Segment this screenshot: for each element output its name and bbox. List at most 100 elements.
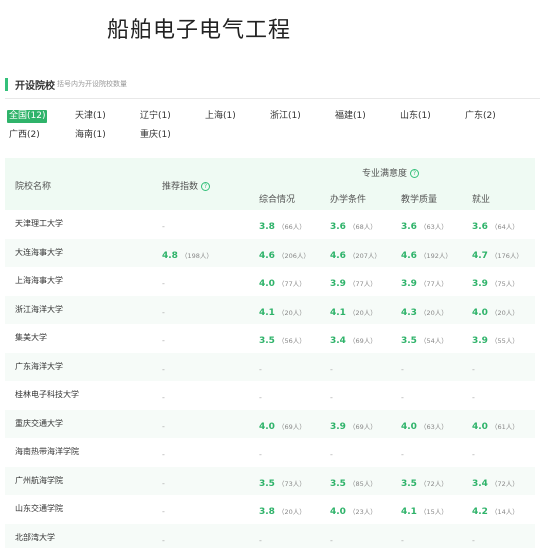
region-tab[interactable]: 广西(2): [9, 129, 40, 142]
score-cell-emp: 4.7 （176人）: [472, 239, 523, 268]
score-cell-rec: -: [162, 495, 165, 524]
score-value: -: [330, 450, 333, 459]
rating-count: （68人）: [348, 223, 377, 231]
question-circle-icon[interactable]: ?: [201, 182, 211, 191]
region-tab[interactable]: 福建(1): [335, 110, 366, 123]
school-name[interactable]: 重庆交通大学: [15, 410, 63, 439]
column-header-overall: 综合情况: [259, 195, 296, 205]
region-tab[interactable]: 海南(1): [75, 129, 106, 142]
region-tab[interactable]: 山东(1): [400, 110, 431, 123]
rating-count: （69人）: [348, 337, 377, 345]
score-cell-overall: -: [259, 524, 262, 548]
score-cell-qual: -: [401, 524, 404, 548]
score-cell-cond: 3.9 （77人）: [330, 267, 377, 296]
rating-count: （77人）: [348, 280, 377, 288]
question-circle-icon[interactable]: ?: [410, 169, 420, 178]
score-cell-rec: -: [162, 267, 165, 296]
score-value: 4.6: [401, 250, 417, 261]
score-cell-rec: 4.8 （198人）: [162, 239, 213, 268]
score-cell-rec: -: [162, 438, 165, 467]
rating-count: （192人）: [419, 251, 452, 260]
score-cell-emp: 4.2 （14人）: [472, 495, 519, 524]
score-cell-rec: -: [162, 210, 165, 239]
column-header-recommend: 推荐指数?: [162, 179, 211, 192]
score-cell-rec: -: [162, 410, 165, 439]
score-cell-cond: 3.5 （85人）: [330, 467, 377, 496]
rating-count: （63人）: [419, 422, 448, 431]
school-name[interactable]: 山东交通学院: [15, 495, 63, 524]
school-name[interactable]: 浙江海洋大学: [15, 296, 63, 325]
score-cell-rec: -: [162, 324, 165, 353]
score-value: -: [472, 450, 475, 459]
rating-count: （23人）: [348, 508, 377, 516]
score-value: -: [401, 535, 404, 545]
school-name[interactable]: 天津理工大学: [15, 210, 63, 239]
score-value: 3.6: [401, 222, 417, 232]
column-header-satisfaction: 专业满意度?: [362, 166, 420, 179]
score-value: 3.6: [472, 222, 488, 232]
score-cell-emp: 3.9 （55人）: [472, 324, 519, 353]
score-cell-emp: -: [472, 524, 475, 548]
score-value: -: [401, 364, 404, 374]
column-header-conditions: 办学条件: [330, 195, 367, 205]
score-value: 4.3: [401, 307, 417, 318]
region-tab[interactable]: 全国(12): [7, 110, 48, 123]
table-row[interactable]: 大连海事大学 4.8 （198人） 4.6 （206人） 4.6 （207人） 4.6 （192…: [5, 238, 535, 268]
column-header-employment: 就业: [472, 195, 491, 205]
region-tab[interactable]: 浙江(1): [270, 110, 301, 123]
table-row[interactable]: 北部湾大学 - - - - -: [5, 523, 535, 548]
table-row[interactable]: 广东海洋大学 - - - - -: [5, 352, 535, 382]
score-cell-qual: 4.0 （63人）: [401, 410, 448, 439]
score-value: -: [162, 421, 165, 431]
score-value: 4.0: [472, 421, 488, 432]
section-subtitle: 括号内为开设院校数量: [57, 80, 127, 88]
region-tab[interactable]: 上海(1): [205, 110, 236, 123]
score-value: -: [162, 222, 165, 231]
score-cell-overall: 3.8 （66人）: [259, 210, 306, 239]
score-value: 4.7: [472, 250, 488, 261]
school-name[interactable]: 桂林电子科技大学: [15, 381, 79, 410]
table-row[interactable]: 海南热带海洋学院 - - - - -: [5, 438, 535, 467]
region-tab[interactable]: 广东(2): [465, 110, 496, 123]
score-cell-cond: -: [330, 438, 333, 467]
school-table: 院校名称 推荐指数? 专业满意度? 综合情况 办学条件 教学质量 就业 天津理工…: [5, 158, 535, 548]
score-value: 3.5: [259, 478, 275, 489]
table-row[interactable]: 重庆交通大学 -4.0 （69人） 3.9 （69人） 4.0 （63人） 4.0 （61人）: [5, 409, 535, 439]
region-tab[interactable]: 重庆(1): [140, 129, 171, 142]
score-value: 3.5: [330, 478, 346, 489]
score-value: 4.6: [259, 250, 275, 261]
rating-count: （77人）: [277, 280, 306, 288]
school-name[interactable]: 北部湾大学: [15, 524, 55, 548]
school-name[interactable]: 广州航海学院: [15, 467, 63, 496]
score-value: 4.1: [259, 307, 275, 318]
score-value: -: [330, 393, 333, 402]
table-row[interactable]: 上海海事大学 -4.0 （77人） 3.9 （77人） 3.9 （77人） 3.9 （75人）: [5, 267, 535, 296]
table-row[interactable]: 集美大学 -3.5 （56人） 3.4 （69人） 3.5 （54人） 3.9 （55人）: [5, 324, 535, 353]
score-value: 3.9: [330, 421, 346, 432]
table-row[interactable]: 浙江海洋大学 -4.1 （20人） 4.1 （20人） 4.3 （20人） 4.0 （20人）: [5, 295, 535, 325]
table-row[interactable]: 广州航海学院 -3.5 （73人） 3.5 （85人） 3.5 （72人） 3.4 （72人）: [5, 466, 535, 496]
score-cell-overall: -: [259, 353, 262, 382]
score-value: 3.4: [472, 478, 488, 489]
score-cell-qual: 3.9 （77人）: [401, 267, 448, 296]
rating-count: （198人）: [180, 251, 213, 260]
school-name[interactable]: 大连海事大学: [15, 239, 63, 268]
table-row[interactable]: 天津理工大学 -3.8 （66人） 3.6 （68人） 3.6 （63人） 3.6 （64人）: [5, 210, 535, 239]
rating-count: （56人）: [277, 337, 306, 345]
rating-count: （64人）: [490, 223, 519, 231]
table-row[interactable]: 桂林电子科技大学 - - - - -: [5, 381, 535, 410]
score-value: -: [162, 279, 165, 288]
score-value: 3.8: [259, 507, 275, 517]
score-value: -: [162, 336, 165, 345]
region-tab[interactable]: 天津(1): [75, 110, 106, 123]
table-row[interactable]: 山东交通学院 - 3.8 （20人） 4.0 （23人） 4.1 （15人） 4.2 （14人）: [5, 495, 535, 524]
region-tab[interactable]: 辽宁(1): [140, 110, 171, 123]
rating-count: （15人）: [419, 508, 448, 516]
school-name[interactable]: 海南热带海洋学院: [15, 438, 79, 467]
school-name[interactable]: 集美大学: [15, 324, 47, 353]
rating-count: （20人）: [490, 308, 519, 317]
column-header-school: 院校名称: [15, 182, 52, 192]
school-name[interactable]: 广东海洋大学: [15, 353, 63, 382]
score-cell-qual: 3.6 （63人）: [401, 210, 448, 239]
school-name[interactable]: 上海海事大学: [15, 267, 63, 296]
